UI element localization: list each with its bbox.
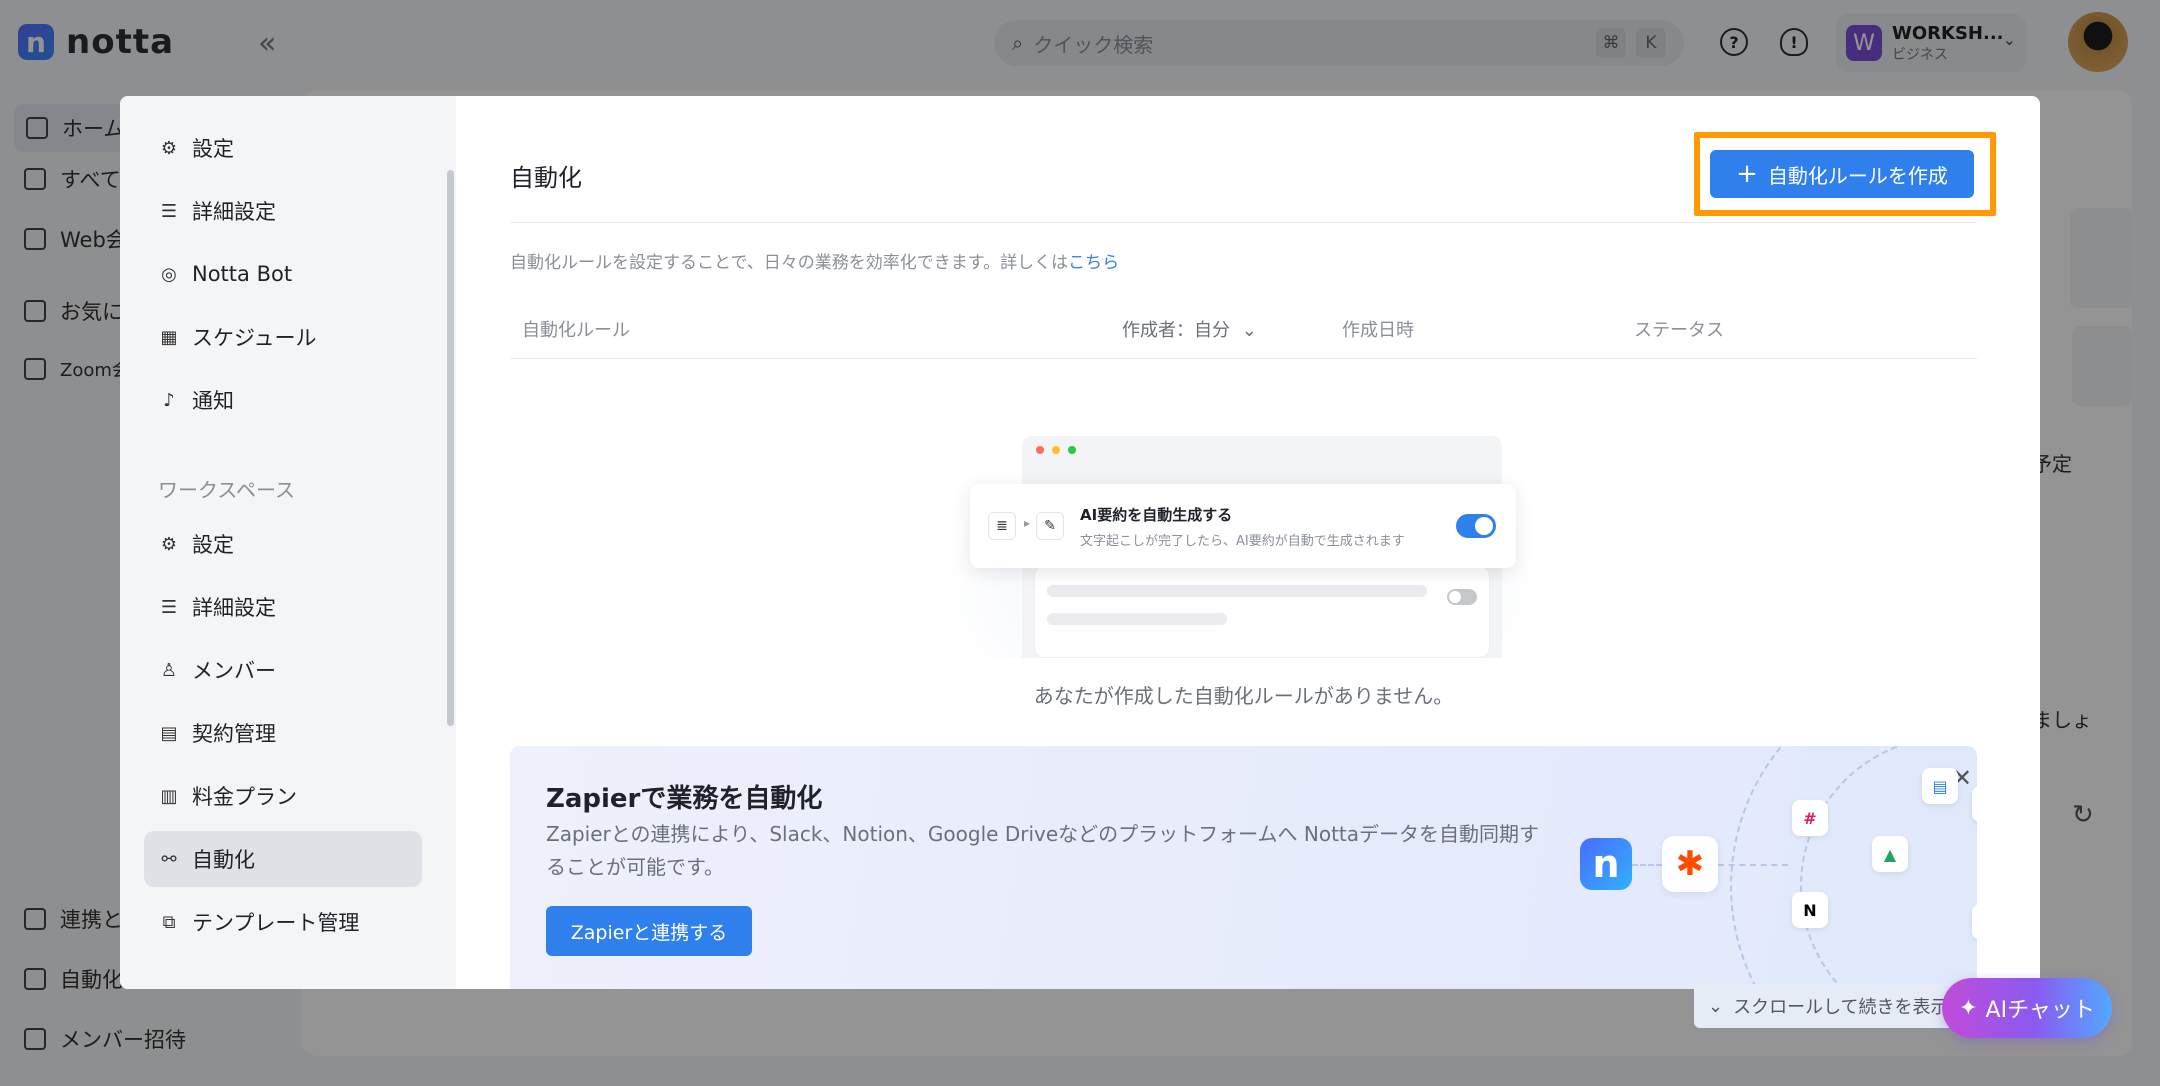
bell-icon: ♪: [163, 389, 175, 411]
workspace-section-label: ワークスペース: [158, 478, 295, 502]
chevron-down-icon: ⌄: [1241, 320, 1257, 341]
create-button-label: 自動化ルールを作成: [1767, 163, 1948, 188]
nav-label: 詳細設定: [192, 596, 276, 620]
arrow-right-icon: ▸: [1024, 516, 1031, 530]
window-dot: [1068, 446, 1076, 454]
page-title: 自動化: [510, 164, 582, 192]
notion-icon: N: [1792, 892, 1828, 928]
sidebar-scrollbar[interactable]: [447, 170, 454, 726]
automation-description: 自動化ルールを設定することで、日々の業務を効率化できます。詳しくはこちら: [510, 248, 1119, 273]
gear-icon: ⚙: [160, 533, 178, 555]
settings-nav-advanced[interactable]: ☰ 詳細設定: [144, 183, 422, 239]
connect-zapier-button[interactable]: Zapierと連携する: [546, 906, 752, 956]
table-divider: [510, 358, 1977, 359]
slack-icon: #: [1792, 800, 1828, 836]
nav-label: 契約管理: [192, 722, 276, 746]
column-header-status: ステータス: [1634, 320, 1724, 341]
scroll-hint-label: スクロールして続きを表示: [1733, 997, 1949, 1018]
members-icon: ♙: [160, 659, 178, 681]
workspace-nav-templates[interactable]: ⧉ テンプレート管理: [144, 894, 422, 950]
sparkle-icon: ✦: [1959, 995, 1978, 1021]
creator-filter-label: 作成者：自分: [1122, 320, 1230, 341]
sliders-icon: ☰: [160, 596, 178, 618]
settings-nav-notifications[interactable]: ♪ 通知: [144, 372, 422, 428]
zapier-description: Zapierとの連携により、Slack、Notion、Google Driveな…: [546, 822, 1540, 879]
workspace-nav-settings[interactable]: ⚙ 設定: [144, 516, 422, 572]
illustration-rule-card: ≣ ▸ ✎ AI要約を自動生成する 文字起こしが完了したら、AI要約が自動で生成…: [970, 484, 1516, 568]
description-text: 自動化ルールを設定することで、日々の業務を効率化できます。詳しくは: [510, 253, 1069, 273]
connector-line: [1718, 864, 1788, 866]
nav-label: 設定: [192, 533, 234, 557]
google-drive-icon: ▲: [1872, 836, 1908, 872]
column-header-created-at: 作成日時: [1342, 320, 1414, 341]
zapier-banner: Zapierで業務を自動化 Zapierとの連携により、Slack、Notion…: [510, 746, 1977, 989]
contract-icon: ▤: [160, 722, 178, 744]
empty-state-text: あなたが作成した自動化ルールがありません。: [1033, 684, 1454, 708]
notta-node-icon: n: [1580, 838, 1632, 890]
ai-chat-button[interactable]: ✦ AIチャット: [1942, 978, 2112, 1038]
nav-label: 通知: [192, 389, 234, 413]
settings-nav-schedule[interactable]: ▦ スケジュール: [144, 309, 422, 365]
details-link[interactable]: こちら: [1068, 253, 1119, 273]
workspace-nav-pricing[interactable]: ▥ 料金プラン: [144, 768, 422, 824]
window-dot: [1052, 446, 1060, 454]
toggle-on-icon: [1456, 514, 1496, 538]
create-automation-rule-button[interactable]: + 自動化ルールを作成: [1710, 150, 1974, 198]
nav-label: 自動化: [192, 848, 255, 872]
workspace-nav-advanced[interactable]: ☰ 詳細設定: [144, 579, 422, 635]
double-chevron-down-icon: ⌄: [1708, 995, 1724, 1017]
sliders-icon: ☰: [160, 200, 178, 222]
salesforce-icon: ☁: [1972, 786, 1977, 822]
template-icon: ⧉: [162, 911, 176, 933]
creator-filter-dropdown[interactable]: 作成者：自分 ⌄: [1122, 316, 1257, 342]
google-docs-icon: ▤: [1922, 768, 1958, 804]
settings-nav-settings[interactable]: ⚙ 設定: [144, 120, 422, 176]
map-icon: ▥: [160, 785, 178, 807]
settings-sidebar: ⚙ 設定 ☰ 詳細設定 ◎ Notta Bot ▦ スケジュール ♪ 通知 ワークスペース…: [120, 96, 456, 989]
nav-label: メンバー: [192, 659, 276, 683]
gear-icon: ⚙: [160, 137, 178, 159]
nav-label: 詳細設定: [192, 200, 276, 224]
zapier-node-icon: ✱: [1662, 836, 1718, 892]
automation-panel: 自動化 + 自動化ルールを作成 自動化ルールを設定することで、日々の業務を効率化…: [510, 96, 1996, 989]
illustration-card-subtitle: 文字起こしが完了したら、AI要約が自動で生成されます: [1080, 534, 1405, 549]
workspace-nav-contract[interactable]: ▤ 契約管理: [144, 705, 422, 761]
placeholder-bar: [1047, 613, 1227, 625]
nav-label: 設定: [192, 137, 234, 161]
settings-nav-notta-bot[interactable]: ◎ Notta Bot: [144, 246, 422, 302]
illustration-card-title: AI要約を自動生成する: [1080, 506, 1233, 524]
nav-label: 料金プラン: [192, 785, 297, 809]
scroll-more-hint[interactable]: ⌄ スクロールして続きを表示: [1694, 984, 1970, 1028]
plus-icon: +: [1736, 159, 1758, 189]
placeholder-bar: [1047, 585, 1427, 597]
workspace-nav-members[interactable]: ♙ メンバー: [144, 642, 422, 698]
column-header-rule: 自動化ルール: [522, 320, 630, 341]
nav-label: Notta Bot: [192, 262, 293, 286]
settings-modal: ⚙ 設定 ☰ 詳細設定 ◎ Notta Bot ▦ スケジュール ♪ 通知 ワークスペース…: [120, 96, 2040, 989]
transcript-icon: ≣: [988, 512, 1016, 540]
calendar-icon: ▦: [160, 326, 178, 348]
automation-icon: ⚯: [161, 848, 177, 870]
nav-label: テンプレート管理: [192, 911, 360, 935]
nav-label: スケジュール: [192, 326, 317, 350]
ai-chat-label: AIチャット: [1985, 998, 2095, 1023]
workspace-nav-automation[interactable]: ⚯ 自動化: [144, 831, 422, 887]
divider: [510, 222, 1977, 223]
bot-icon: ◎: [161, 263, 177, 285]
empty-state-illustration: ≣ ▸ ✎ AI要約を自動生成する 文字起こしが完了したら、AI要約が自動で生成…: [930, 436, 1550, 658]
zapier-title: Zapierで業務を自動化: [546, 784, 823, 814]
connector-line: [1632, 864, 1662, 866]
window-dot: [1036, 446, 1044, 454]
hubspot-icon: ✻: [1972, 904, 1977, 940]
toggle-off-icon: [1447, 589, 1477, 605]
ai-summary-icon: ✎: [1036, 512, 1064, 540]
illustration-back-card: [1034, 566, 1490, 658]
